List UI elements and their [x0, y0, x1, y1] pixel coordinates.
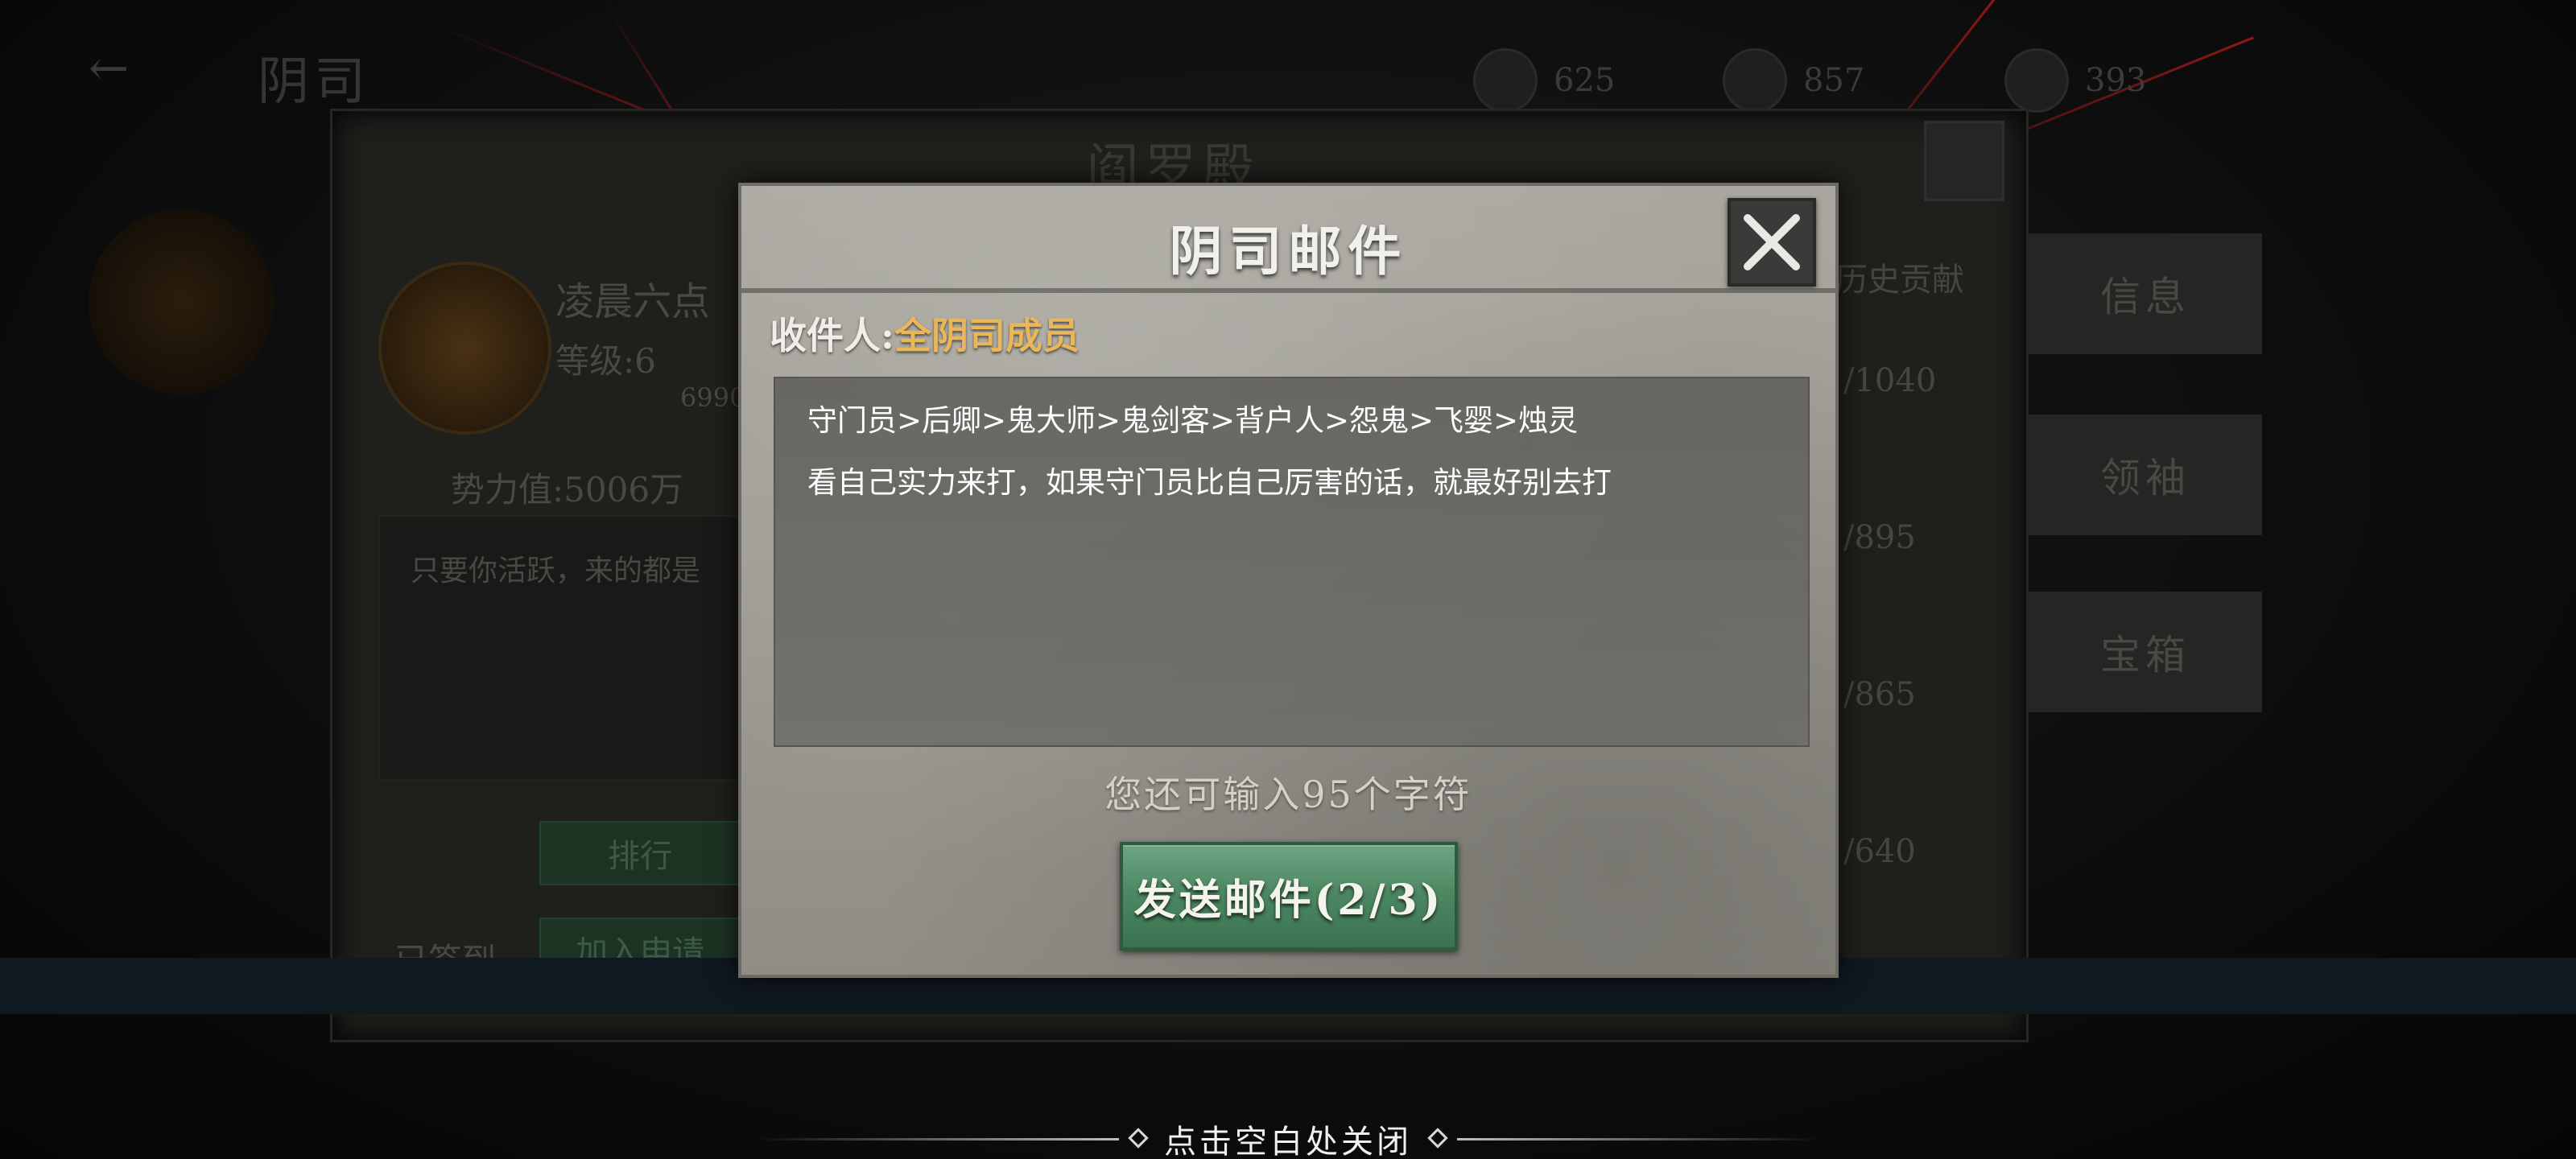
panel-close-icon[interactable]	[1924, 121, 2004, 201]
recipient-value: 全阴司成员	[894, 314, 1080, 357]
guild-exp: 6990	[680, 382, 746, 413]
resource-1: 625	[1473, 48, 1615, 113]
hint-text: 点击空白处关闭	[1164, 1124, 1412, 1159]
send-mail-button[interactable]: 发送邮件(2/3)	[1120, 842, 1458, 951]
mail-dialog: 阴司邮件 收件人:全阴司成员 守门员>后卿>鬼大师>鬼剑客>背户人>怨鬼>飞婴>…	[738, 183, 1839, 978]
resource-2: 857	[1723, 48, 1864, 113]
guild-level: 等级:6	[555, 341, 656, 381]
hint-line-right	[1457, 1138, 1819, 1140]
guild-notice: 只要你活跃，来的都是	[411, 555, 701, 588]
top-title: 阴司	[258, 52, 370, 112]
recipient-label: 收件人:	[770, 314, 894, 357]
gem-icon	[1723, 48, 1787, 113]
history-value: /895	[1843, 519, 1916, 556]
guild-power: 势力值:5006万	[451, 470, 684, 509]
back-arrow-icon[interactable]: ←	[89, 40, 185, 105]
header-divider	[741, 288, 1835, 293]
tab-chest[interactable]: 宝箱	[2029, 592, 2262, 712]
history-value: /1040	[1843, 362, 1937, 399]
close-hint[interactable]: 点击空白处关闭	[757, 1119, 1819, 1159]
dialog-title: 阴司邮件	[1169, 220, 1408, 283]
token-icon	[2004, 48, 2069, 113]
recipient: 收件人:全阴司成员	[770, 307, 1080, 360]
guild-emblem-icon	[89, 209, 274, 394]
coin-icon	[1473, 48, 1538, 113]
tab-info[interactable]: 信息	[2029, 233, 2262, 354]
close-icon	[1744, 214, 1800, 270]
history-value: /640	[1843, 833, 1916, 870]
history-header: 历史贡献	[1835, 262, 1964, 299]
guild-name: 凌晨六点	[555, 279, 711, 324]
rank-button[interactable]: 排行	[539, 821, 741, 885]
resource-3: 393	[2004, 48, 2146, 113]
history-value: /865	[1843, 676, 1916, 713]
close-button[interactable]	[1728, 198, 1816, 287]
hint-line-left	[757, 1138, 1119, 1140]
mail-body-textarea[interactable]: 守门员>后卿>鬼大师>鬼剑客>背户人>怨鬼>飞婴>烛灵 看自己实力来打，如果守门…	[774, 377, 1810, 747]
mail-line: 看自己实力来打，如果守门员比自己厉害的话，就最好别去打	[807, 465, 1612, 500]
guild-avatar	[378, 262, 551, 435]
mail-line: 守门员>后卿>鬼大师>鬼剑客>背户人>怨鬼>飞婴>烛灵	[807, 403, 1579, 438]
char-count: 您还可输入95个字符	[1104, 773, 1472, 816]
tab-leaders[interactable]: 领袖	[2029, 415, 2262, 535]
